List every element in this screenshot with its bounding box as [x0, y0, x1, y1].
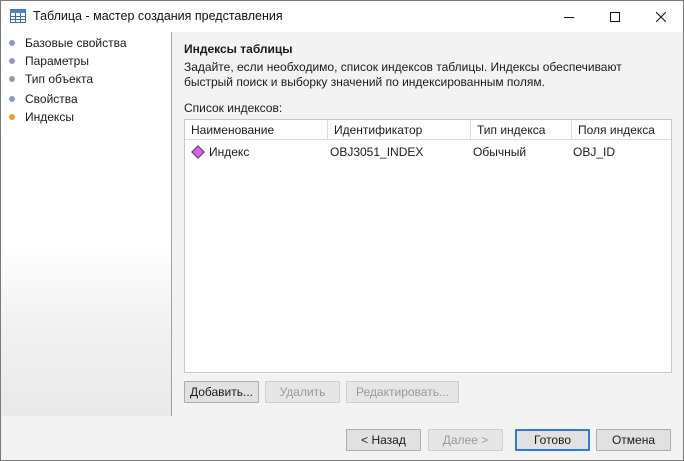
minimize-button[interactable] [546, 1, 592, 32]
column-header-identifier[interactable]: Идентификатор [328, 120, 471, 140]
step-dot-icon [9, 96, 15, 102]
edit-index-button[interactable]: Редактировать... [346, 381, 459, 403]
maximize-icon [610, 11, 620, 22]
nav-item-label: Тип объекта [25, 72, 94, 86]
nav-item-indexes[interactable]: Индексы [9, 108, 74, 126]
nav-item-object-type[interactable]: Тип объекта [9, 70, 93, 88]
table-row[interactable]: Индекс OBJ3051_INDEX Обычный OBJ_ID [185, 141, 671, 162]
maximize-button[interactable] [592, 1, 638, 32]
index-diamond-icon [191, 144, 205, 159]
cell-type: Обычный [473, 144, 527, 159]
cell-fields: OBJ_ID [573, 144, 616, 159]
title-bar: Таблица - мастер создания представления [1, 1, 683, 32]
step-dot-icon [9, 76, 15, 82]
next-button[interactable]: Далее > [428, 429, 503, 451]
close-button[interactable] [638, 1, 684, 32]
cell-identifier: OBJ3051_INDEX [330, 144, 424, 159]
cell-name-text: Индекс [209, 144, 250, 159]
wizard-steps-nav: Базовые свойства Параметры Тип объекта С… [1, 32, 171, 416]
window-title: Таблица - мастер создания представления [33, 9, 283, 23]
index-list-label: Список индексов: [184, 101, 283, 115]
minimize-icon [564, 16, 574, 18]
nav-item-base-properties[interactable]: Базовые свойства [9, 34, 127, 52]
active-step-dot-icon [9, 114, 15, 120]
column-header-fields[interactable]: Поля индекса [572, 120, 671, 140]
column-header-type[interactable]: Тип индекса [471, 120, 572, 140]
nav-item-label: Индексы [25, 110, 74, 124]
cancel-button[interactable]: Отмена [596, 429, 671, 451]
nav-item-label: Базовые свойства [25, 36, 127, 50]
table-icon [10, 9, 26, 23]
page-description: Задайте, если необходимо, список индексо… [184, 60, 622, 89]
content-pane: Индексы таблицы Задайте, если необходимо… [172, 32, 683, 416]
nav-item-label: Свойства [25, 92, 78, 106]
close-icon [656, 11, 666, 22]
finish-button[interactable]: Готово [515, 429, 590, 451]
wizard-window: Таблица - мастер создания представления … [0, 0, 684, 461]
step-dot-icon [9, 58, 15, 64]
nav-item-parameters[interactable]: Параметры [9, 52, 89, 70]
cell-name: Индекс [185, 141, 328, 162]
index-table[interactable]: Наименование Идентификатор Тип индекса П… [184, 119, 672, 373]
back-button[interactable]: < Назад [346, 429, 421, 451]
add-index-button[interactable]: Добавить... [184, 381, 259, 403]
nav-item-properties[interactable]: Свойства [9, 90, 78, 108]
nav-item-label: Параметры [25, 54, 89, 68]
wizard-footer: < Назад Далее > Готово Отмена [1, 416, 683, 460]
step-dot-icon [9, 40, 15, 46]
page-title: Индексы таблицы [184, 42, 293, 56]
table-header: Наименование Идентификатор Тип индекса П… [185, 120, 671, 140]
delete-index-button[interactable]: Удалить [265, 381, 340, 403]
column-header-name[interactable]: Наименование [185, 120, 328, 140]
